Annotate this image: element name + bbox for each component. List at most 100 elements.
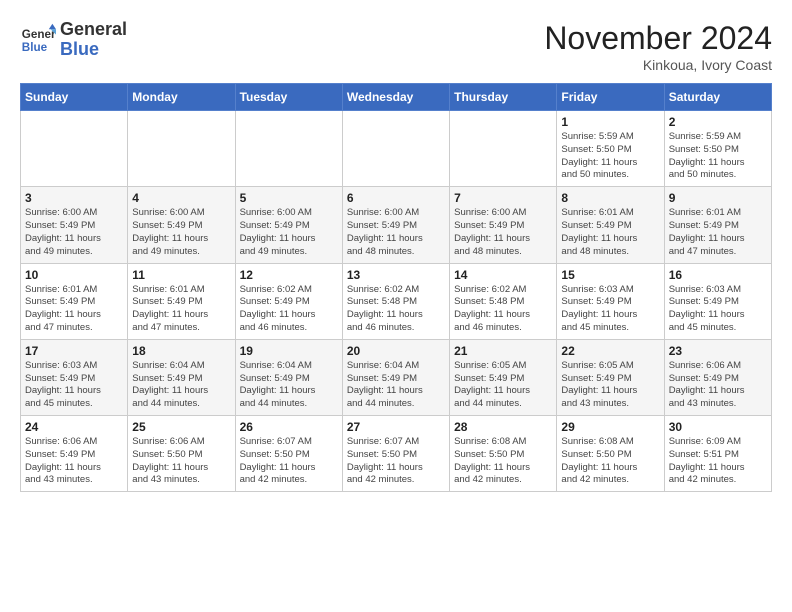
day-number: 1 — [561, 115, 659, 129]
day-info: Sunrise: 6:07 AM Sunset: 5:50 PM Dayligh… — [347, 436, 445, 487]
logo-text: General Blue — [60, 20, 127, 60]
calendar-cell: 13 Sunrise: 6:02 AM Sunset: 5:48 PM Dayli… — [342, 263, 449, 339]
day-number: 12 — [240, 268, 338, 282]
day-info: Sunrise: 6:03 AM Sunset: 5:49 PM Dayligh… — [669, 284, 767, 335]
day-number: 15 — [561, 268, 659, 282]
calendar-cell: 20 Sunrise: 6:04 AM Sunset: 5:49 PM Dayli… — [342, 339, 449, 415]
day-info: Sunrise: 5:59 AM Sunset: 5:50 PM Dayligh… — [669, 131, 767, 182]
calendar-cell — [21, 111, 128, 187]
day-info: Sunrise: 6:03 AM Sunset: 5:49 PM Dayligh… — [561, 284, 659, 335]
day-info: Sunrise: 6:00 AM Sunset: 5:49 PM Dayligh… — [454, 207, 552, 258]
day-info: Sunrise: 6:01 AM Sunset: 5:49 PM Dayligh… — [25, 284, 123, 335]
day-number: 16 — [669, 268, 767, 282]
day-info: Sunrise: 6:08 AM Sunset: 5:50 PM Dayligh… — [561, 436, 659, 487]
day-info: Sunrise: 6:07 AM Sunset: 5:50 PM Dayligh… — [240, 436, 338, 487]
day-number: 13 — [347, 268, 445, 282]
logo-line1: General — [60, 20, 127, 40]
calendar-cell: 18 Sunrise: 6:04 AM Sunset: 5:49 PM Dayli… — [128, 339, 235, 415]
day-number: 6 — [347, 191, 445, 205]
calendar-cell — [450, 111, 557, 187]
calendar-cell: 19Sunrise: 6:04 AM Sunset: 5:49 PM Dayli… — [235, 339, 342, 415]
calendar-cell: 25Sunrise: 6:06 AM Sunset: 5:50 PM Dayli… — [128, 416, 235, 492]
calendar-week-3: 10 Sunrise: 6:01 AM Sunset: 5:49 PM Dayli… — [21, 263, 772, 339]
day-number: 11 — [132, 268, 230, 282]
logo-icon: General Blue — [20, 22, 56, 58]
svg-text:General: General — [22, 28, 56, 41]
day-number: 3 — [25, 191, 123, 205]
calendar-week-2: 3 Sunrise: 6:00 AM Sunset: 5:49 PM Daylig… — [21, 187, 772, 263]
calendar-cell: 9 Sunrise: 6:01 AM Sunset: 5:49 PM Daylig… — [664, 187, 771, 263]
calendar-cell: 21 Sunrise: 6:05 AM Sunset: 5:49 PM Dayli… — [450, 339, 557, 415]
day-info: Sunrise: 6:00 AM Sunset: 5:49 PM Dayligh… — [132, 207, 230, 258]
day-info: Sunrise: 6:06 AM Sunset: 5:50 PM Dayligh… — [132, 436, 230, 487]
day-number: 21 — [454, 344, 552, 358]
calendar-week-1: 1 Sunrise: 5:59 AM Sunset: 5:50 PM Daylig… — [21, 111, 772, 187]
calendar-cell: 12 Sunrise: 6:02 AM Sunset: 5:49 PM Dayli… — [235, 263, 342, 339]
day-number: 17 — [25, 344, 123, 358]
day-number: 23 — [669, 344, 767, 358]
calendar-cell — [342, 111, 449, 187]
calendar-cell: 8 Sunrise: 6:01 AM Sunset: 5:49 PM Daylig… — [557, 187, 664, 263]
calendar-cell: 11 Sunrise: 6:01 AM Sunset: 5:49 PM Dayli… — [128, 263, 235, 339]
day-info: Sunrise: 6:09 AM Sunset: 5:51 PM Dayligh… — [669, 436, 767, 487]
calendar-cell: 22Sunrise: 6:05 AM Sunset: 5:49 PM Dayli… — [557, 339, 664, 415]
day-number: 8 — [561, 191, 659, 205]
calendar-cell: 27 Sunrise: 6:07 AM Sunset: 5:50 PM Dayli… — [342, 416, 449, 492]
day-info: Sunrise: 6:05 AM Sunset: 5:49 PM Dayligh… — [454, 360, 552, 411]
calendar-cell: 3Sunrise: 6:00 AM Sunset: 5:49 PM Daylig… — [21, 187, 128, 263]
weekday-header-friday: Friday — [557, 84, 664, 111]
month-title: November 2024 — [544, 20, 772, 57]
calendar-cell: 6 Sunrise: 6:00 AM Sunset: 5:49 PM Daylig… — [342, 187, 449, 263]
calendar-cell: 14Sunrise: 6:02 AM Sunset: 5:48 PM Dayli… — [450, 263, 557, 339]
calendar-cell: 5Sunrise: 6:00 AM Sunset: 5:49 PM Daylig… — [235, 187, 342, 263]
calendar-cell: 23 Sunrise: 6:06 AM Sunset: 5:49 PM Dayli… — [664, 339, 771, 415]
calendar-cell: 30 Sunrise: 6:09 AM Sunset: 5:51 PM Dayli… — [664, 416, 771, 492]
calendar-cell: 4 Sunrise: 6:00 AM Sunset: 5:49 PM Daylig… — [128, 187, 235, 263]
calendar-cell: 15 Sunrise: 6:03 AM Sunset: 5:49 PM Dayli… — [557, 263, 664, 339]
day-number: 19 — [240, 344, 338, 358]
title-block: November 2024 Kinkoua, Ivory Coast — [544, 20, 772, 73]
calendar-cell: 1Sunrise: 5:59 AM Sunset: 5:50 PM Daylig… — [557, 111, 664, 187]
weekday-header-sunday: Sunday — [21, 84, 128, 111]
weekday-header-saturday: Saturday — [664, 84, 771, 111]
calendar-table: SundayMondayTuesdayWednesdayThursdayFrid… — [20, 83, 772, 492]
logo-line2: Blue — [60, 40, 127, 60]
logo: General Blue General Blue — [20, 20, 127, 60]
day-info: Sunrise: 6:06 AM Sunset: 5:49 PM Dayligh… — [25, 436, 123, 487]
calendar-cell: 26 Sunrise: 6:07 AM Sunset: 5:50 PM Dayli… — [235, 416, 342, 492]
day-number: 10 — [25, 268, 123, 282]
day-info: Sunrise: 6:03 AM Sunset: 5:49 PM Dayligh… — [25, 360, 123, 411]
calendar-cell: 28Sunrise: 6:08 AM Sunset: 5:50 PM Dayli… — [450, 416, 557, 492]
day-number: 20 — [347, 344, 445, 358]
day-info: Sunrise: 6:02 AM Sunset: 5:49 PM Dayligh… — [240, 284, 338, 335]
day-info: Sunrise: 6:04 AM Sunset: 5:49 PM Dayligh… — [347, 360, 445, 411]
calendar-week-5: 24Sunrise: 6:06 AM Sunset: 5:49 PM Dayli… — [21, 416, 772, 492]
day-number: 9 — [669, 191, 767, 205]
day-info: Sunrise: 6:01 AM Sunset: 5:49 PM Dayligh… — [669, 207, 767, 258]
day-info: Sunrise: 6:04 AM Sunset: 5:49 PM Dayligh… — [132, 360, 230, 411]
weekday-header-row: SundayMondayTuesdayWednesdayThursdayFrid… — [21, 84, 772, 111]
calendar-cell: 7Sunrise: 6:00 AM Sunset: 5:49 PM Daylig… — [450, 187, 557, 263]
day-info: Sunrise: 6:06 AM Sunset: 5:49 PM Dayligh… — [669, 360, 767, 411]
day-info: Sunrise: 6:00 AM Sunset: 5:49 PM Dayligh… — [240, 207, 338, 258]
day-number: 18 — [132, 344, 230, 358]
calendar-cell: 29 Sunrise: 6:08 AM Sunset: 5:50 PM Dayli… — [557, 416, 664, 492]
calendar-cell: 2 Sunrise: 5:59 AM Sunset: 5:50 PM Daylig… — [664, 111, 771, 187]
day-number: 29 — [561, 420, 659, 434]
calendar-cell — [128, 111, 235, 187]
calendar-cell — [235, 111, 342, 187]
weekday-header-wednesday: Wednesday — [342, 84, 449, 111]
day-number: 2 — [669, 115, 767, 129]
day-number: 22 — [561, 344, 659, 358]
calendar-cell: 16 Sunrise: 6:03 AM Sunset: 5:49 PM Dayli… — [664, 263, 771, 339]
weekday-header-thursday: Thursday — [450, 84, 557, 111]
day-number: 26 — [240, 420, 338, 434]
day-info: Sunrise: 6:01 AM Sunset: 5:49 PM Dayligh… — [132, 284, 230, 335]
weekday-header-monday: Monday — [128, 84, 235, 111]
day-info: Sunrise: 6:02 AM Sunset: 5:48 PM Dayligh… — [347, 284, 445, 335]
day-number: 4 — [132, 191, 230, 205]
day-number: 30 — [669, 420, 767, 434]
day-info: Sunrise: 6:01 AM Sunset: 5:49 PM Dayligh… — [561, 207, 659, 258]
day-info: Sunrise: 6:00 AM Sunset: 5:49 PM Dayligh… — [347, 207, 445, 258]
day-number: 27 — [347, 420, 445, 434]
